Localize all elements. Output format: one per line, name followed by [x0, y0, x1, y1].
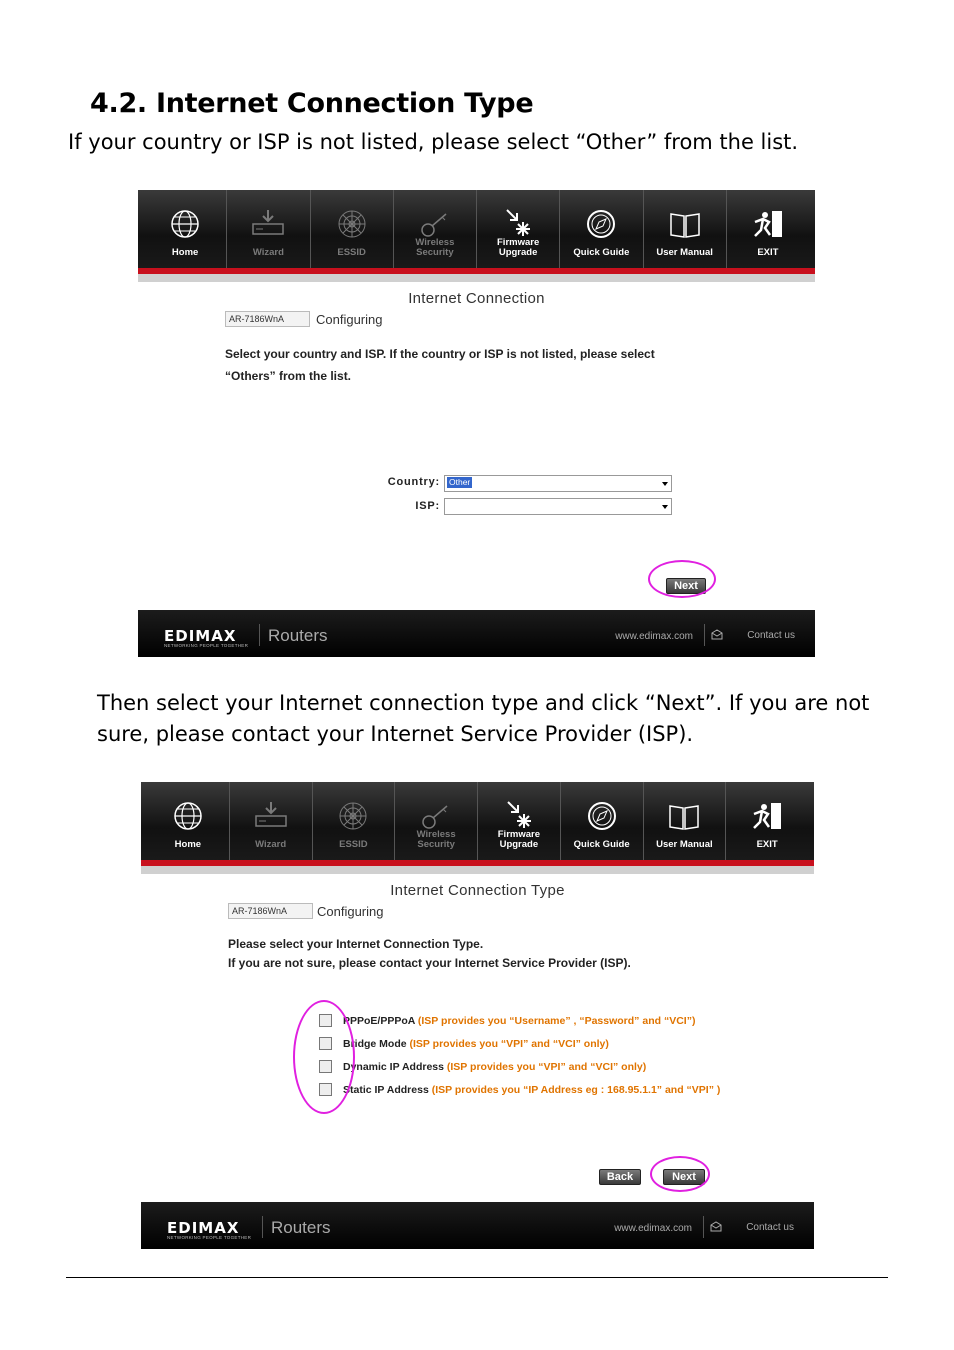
nav-exit[interactable]: EXIT: [726, 782, 808, 860]
chevron-down-icon: [662, 482, 668, 486]
edimax-tagline: NETWORKING PEOPLE TOGETHER: [167, 1235, 252, 1240]
nav-quick-guide[interactable]: Quick Guide: [561, 782, 644, 860]
nav-wizard[interactable]: Wizard: [230, 782, 313, 860]
option-label: Static IP Address: [343, 1084, 429, 1096]
contact-link[interactable]: Contact us: [746, 1222, 794, 1233]
screenshot-internet-connection-type: Home Wizard ESSID Wireless Security Firmw…: [141, 782, 814, 1249]
router-footer: EDIMAX NETWORKING PEOPLE TOGETHER Router…: [141, 1202, 814, 1249]
nav-quick-guide[interactable]: Quick Guide: [560, 190, 644, 268]
book-icon: [669, 213, 700, 238]
option-hint: (ISP provides you “VPI” and “VCI” only): [409, 1038, 609, 1050]
instructions: Please select your Internet Connection T…: [228, 935, 631, 973]
option-hint: (ISP provides you “Username” , “Password…: [417, 1015, 696, 1027]
nav-items: Home Wizard ESSID Wireless Security Firmw…: [147, 782, 808, 860]
firmware-icon: [506, 209, 531, 236]
nav-essid[interactable]: ESSID: [313, 782, 396, 860]
model-label: AR-7186WnA: [225, 311, 310, 327]
globe-icon: [171, 210, 199, 238]
contact-icon: [710, 1221, 722, 1232]
option-label: PPPoE/PPPoA: [343, 1015, 415, 1027]
nav-wizard[interactable]: Wizard: [227, 190, 311, 268]
option-hint: (ISP provides you “IP Address eg : 168.9…: [431, 1084, 721, 1096]
firmware-icon: [507, 801, 531, 828]
instruction-line: Select your country and ISP. If the coun…: [225, 347, 655, 361]
nav-wireless-security[interactable]: Wireless Security: [395, 782, 478, 860]
screen-title: Internet Connection Type: [390, 882, 565, 899]
book-icon: [669, 805, 700, 830]
contact-icon: [711, 629, 723, 640]
highlight-circle: [293, 1000, 355, 1114]
web-icon: [338, 210, 366, 238]
country-select[interactable]: Other: [444, 475, 672, 492]
instruction-line: Please select your Internet Connection T…: [228, 937, 484, 951]
web-icon: [339, 802, 367, 830]
key-icon: [422, 805, 448, 829]
edimax-tagline: NETWORKING PEOPLE TOGETHER: [164, 643, 249, 648]
globe-icon: [174, 802, 202, 830]
status-text: Configuring: [316, 312, 383, 327]
nav-items: Home Wizard ESSID Wireless Security Firmw…: [144, 190, 809, 268]
screen-title: Internet Connection: [408, 290, 545, 307]
nav-exit[interactable]: EXIT: [727, 190, 809, 268]
country-label: Country:: [387, 476, 440, 488]
compass-icon: [587, 210, 616, 238]
instruction-line: If you are not sure, please contact your…: [228, 956, 631, 970]
product-label: Routers: [271, 1218, 331, 1237]
website-link[interactable]: www.edimax.com: [614, 1223, 692, 1234]
country-value: Other: [447, 477, 473, 488]
divider: [262, 1216, 263, 1238]
screenshot-internet-connection: Home Wizard ESSID Wireless Security Firmw…: [138, 190, 815, 657]
nav-firmware-upgrade[interactable]: Firmware Upgrade: [477, 190, 561, 268]
back-button[interactable]: Back: [599, 1169, 641, 1185]
section-heading: 4.2. Internet Connection Type: [90, 88, 534, 119]
chevron-down-icon: [662, 505, 668, 509]
nav-user-manual[interactable]: User Manual: [644, 782, 727, 860]
router-navbar: Home Wizard ESSID Wireless Security Firmw…: [138, 190, 815, 282]
contact-link[interactable]: Contact us: [747, 630, 795, 641]
nav-essid[interactable]: ESSID: [311, 190, 394, 268]
website-link[interactable]: www.edimax.com: [615, 631, 693, 642]
divider: [704, 624, 705, 646]
divider: [259, 624, 260, 646]
nav-wireless-security[interactable]: Wireless Security: [394, 190, 477, 268]
second-paragraph: Then select your Internet connection typ…: [97, 691, 870, 746]
compass-icon: [587, 802, 616, 830]
exit-icon: [753, 803, 782, 829]
nav-shadow: [141, 866, 814, 874]
product-label: Routers: [268, 626, 328, 645]
divider: [703, 1216, 704, 1238]
router-icon: [254, 802, 287, 827]
status-text: Configuring: [317, 904, 384, 919]
highlight-circle: [648, 560, 716, 598]
router-icon: [252, 210, 285, 235]
isp-select[interactable]: [444, 498, 672, 515]
option-label: Dynamic IP Address: [343, 1061, 444, 1073]
nav-firmware-upgrade[interactable]: Firmware Upgrade: [478, 782, 561, 860]
page-bottom-rule: [66, 1277, 888, 1278]
highlight-circle: [650, 1156, 710, 1192]
intro-paragraph: If your country or ISP is not listed, pl…: [68, 130, 799, 154]
nav-user-manual[interactable]: User Manual: [644, 190, 727, 268]
instruction-line: “Others” from the list.: [225, 369, 352, 383]
instructions: Select your country and ISP. If the coun…: [225, 343, 655, 387]
nav-home[interactable]: Home: [147, 782, 230, 860]
router-navbar: Home Wizard ESSID Wireless Security Firmw…: [141, 782, 814, 874]
exit-icon: [753, 211, 782, 237]
key-icon: [421, 213, 447, 237]
router-footer: EDIMAX NETWORKING PEOPLE TOGETHER Router…: [138, 610, 815, 657]
nav-shadow: [138, 274, 815, 282]
model-label: AR-7186WnA: [228, 903, 313, 919]
nav-home[interactable]: Home: [144, 190, 228, 268]
isp-label: ISP:: [415, 500, 440, 512]
option-hint: (ISP provides you “VPI” and “VCI” only): [446, 1061, 647, 1073]
